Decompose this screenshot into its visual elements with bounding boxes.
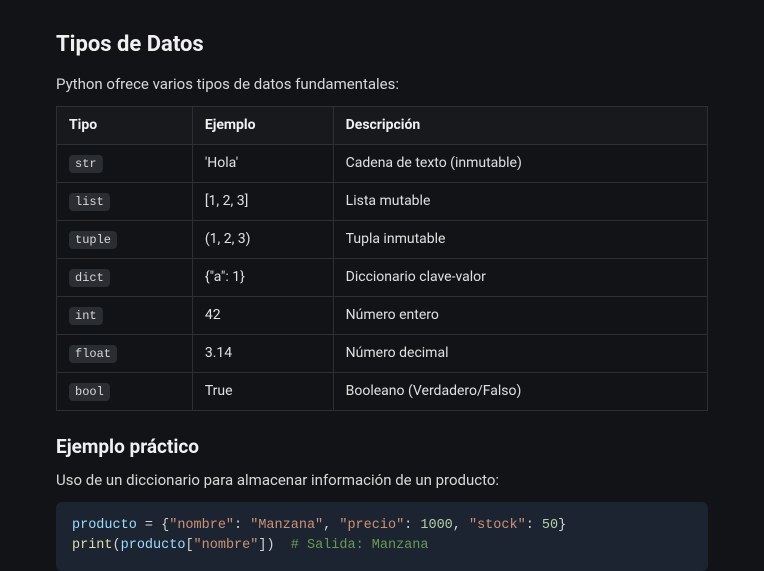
type-code: str	[69, 155, 103, 173]
table-row: int 42Número entero	[57, 296, 708, 334]
cell-desc: Lista mutable	[333, 182, 707, 220]
cell-type: list	[57, 182, 193, 220]
section-intro: Python ofrece varios tipos de datos fund…	[56, 73, 708, 96]
type-code: int	[69, 307, 103, 325]
code-token: producto	[121, 538, 186, 553]
code-token: "nombre"	[194, 538, 259, 553]
cell-example: True	[192, 372, 333, 410]
cell-example: 3.14	[192, 334, 333, 372]
code-token: = {	[137, 518, 169, 533]
code-token: ])	[258, 538, 290, 553]
cell-example: [1, 2, 3]	[192, 182, 333, 220]
code-token: # Salida: Manzana	[291, 538, 429, 553]
col-header-desc: Descripción	[333, 106, 707, 144]
section-heading: Tipos de Datos	[56, 28, 708, 61]
code-token: ,	[453, 518, 469, 533]
cell-desc: Diccionario clave-valor	[333, 258, 707, 296]
code-token: ,	[323, 518, 339, 533]
example-intro: Uso de un diccionario para almacenar inf…	[56, 469, 708, 492]
cell-desc: Cadena de texto (inmutable)	[333, 144, 707, 182]
code-token: "stock"	[469, 518, 526, 533]
code-token: :	[526, 518, 542, 533]
cell-type: int	[57, 296, 193, 334]
code-token: "precio"	[339, 518, 404, 533]
types-table: Tipo Ejemplo Descripción str 'Hola'Cadena…	[56, 106, 708, 411]
type-code: bool	[69, 383, 110, 401]
table-row: tuple (1, 2, 3)Tupla inmutable	[57, 220, 708, 258]
cell-desc: Booleano (Verdadero/Falso)	[333, 372, 707, 410]
code-token: producto	[72, 518, 137, 533]
cell-type: bool	[57, 372, 193, 410]
cell-type: str	[57, 144, 193, 182]
code-token: :	[234, 518, 250, 533]
col-header-example: Ejemplo	[192, 106, 333, 144]
type-code: list	[69, 193, 110, 211]
type-code: float	[69, 345, 117, 363]
code-token: 50	[542, 518, 558, 533]
cell-type: float	[57, 334, 193, 372]
cell-desc: Número entero	[333, 296, 707, 334]
code-token: }	[558, 518, 566, 533]
cell-example: 'Hola'	[192, 144, 333, 182]
code-token: print	[72, 538, 113, 553]
cell-example: 42	[192, 296, 333, 334]
code-token: "nombre"	[169, 518, 234, 533]
cell-type: dict	[57, 258, 193, 296]
example-heading: Ejemplo práctico	[56, 433, 708, 462]
table-row: float 3.14Número decimal	[57, 334, 708, 372]
code-token: [	[185, 538, 193, 553]
cell-type: tuple	[57, 220, 193, 258]
cell-example: (1, 2, 3)	[192, 220, 333, 258]
code-token: "Manzana"	[250, 518, 323, 533]
code-content: producto = {"nombre": "Manzana", "precio…	[72, 518, 566, 554]
code-block: producto = {"nombre": "Manzana", "precio…	[56, 502, 708, 571]
code-token: (	[113, 538, 121, 553]
table-row: bool TrueBooleano (Verdadero/Falso)	[57, 372, 708, 410]
table-row: list [1, 2, 3]Lista mutable	[57, 182, 708, 220]
table-row: str 'Hola'Cadena de texto (inmutable)	[57, 144, 708, 182]
table-row: dict {"a": 1}Diccionario clave-valor	[57, 258, 708, 296]
cell-desc: Número decimal	[333, 334, 707, 372]
code-token: 1000	[420, 518, 452, 533]
type-code: dict	[69, 269, 110, 287]
col-header-type: Tipo	[57, 106, 193, 144]
cell-example: {"a": 1}	[192, 258, 333, 296]
code-token: :	[404, 518, 420, 533]
table-header-row: Tipo Ejemplo Descripción	[57, 106, 708, 144]
cell-desc: Tupla inmutable	[333, 220, 707, 258]
type-code: tuple	[69, 231, 117, 249]
